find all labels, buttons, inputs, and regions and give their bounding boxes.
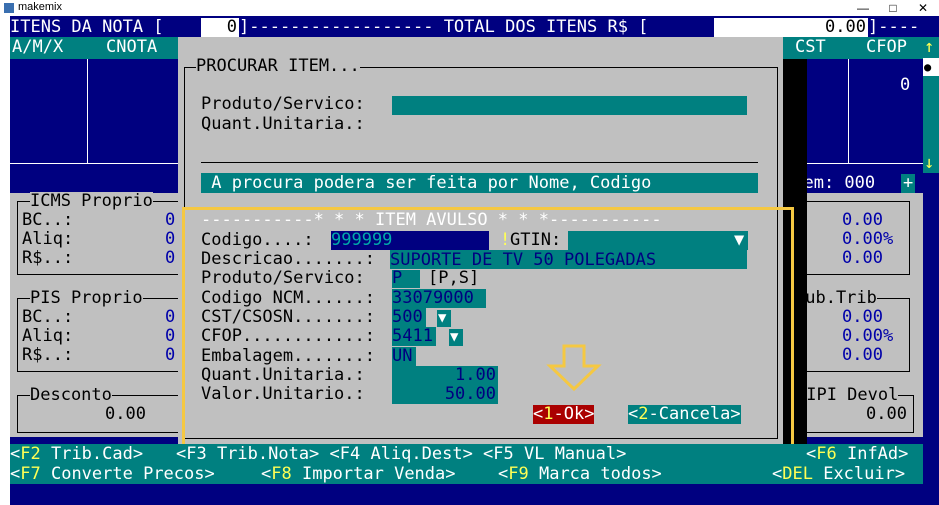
del-text: Excluir>: [812, 464, 906, 484]
itens-count-field: 0: [201, 18, 239, 37]
right-value-1: 0.00: [842, 210, 883, 230]
f9-text: Marca todos>: [528, 464, 662, 484]
highlight-frame: [182, 207, 794, 450]
right-value-2: 0.00%: [842, 229, 894, 249]
f7-text: Converte Precos>: [40, 464, 215, 484]
icms-bc-value: 0: [165, 210, 176, 230]
f7-button[interactable]: <F7 Converte Precos>: [10, 465, 215, 484]
maximize-button[interactable]: □: [878, 0, 908, 16]
del-open: <: [772, 464, 783, 484]
right-value-3: 0.00: [842, 248, 883, 268]
plus-icon: +: [903, 173, 914, 193]
icms-legend: ICMS Proprio: [30, 191, 153, 211]
sub-trib-value-2: 0.00%: [842, 326, 894, 346]
search-quant-label: Quant.Unitaria.:: [201, 114, 365, 134]
total-value: 0.00: [825, 17, 866, 37]
search-produto-label: Produto/Servico:: [201, 94, 365, 114]
f8-button[interactable]: <F8 Importar Venda>: [261, 465, 456, 484]
f3-f5-buttons[interactable]: <F3 Trib.Nota> <F4 Aliq.Dest> <F5 VL Man…: [176, 445, 626, 464]
pis-bc-value: 0: [165, 307, 176, 327]
item-plus-button[interactable]: +: [901, 174, 915, 193]
search-hint-bar: A procura podera ser feita por Nome, Cod…: [201, 173, 758, 193]
col-cfop: CFOP: [866, 37, 907, 57]
icms-aliq-label: Aliq:: [22, 229, 74, 249]
ipi-legend: !IPI Devol: [796, 385, 899, 405]
search-produto-input[interactable]: [392, 96, 747, 115]
minimize-button[interactable]: —: [848, 0, 878, 16]
itens-count: 0: [226, 17, 237, 37]
total-field: 0.00: [714, 18, 868, 37]
ipi-value: 0.00: [866, 404, 907, 424]
col-cst: CST: [795, 37, 826, 57]
icms-rs-label: R$..:: [22, 248, 74, 268]
f8-open: <: [261, 464, 272, 484]
desconto-value: 0.00: [105, 404, 146, 424]
grid-sep: [10, 163, 178, 164]
f2-hotkey: F2: [20, 444, 41, 464]
pis-legend: PIS Proprio: [30, 288, 143, 308]
f9-open: <: [498, 464, 509, 484]
header-middle: ]------------------ TOTAL DOS ITENS R$ [: [239, 17, 649, 37]
pis-aliq-label: Aliq:: [22, 326, 74, 346]
scroll-down-icon[interactable]: ↓: [924, 154, 934, 173]
f6-hotkey: F6: [816, 444, 837, 464]
f2-button[interactable]: <F2 Trib.Cad>: [10, 445, 143, 464]
pis-aliq-value: 0: [165, 326, 176, 346]
f2-text: Trib.Cad>: [40, 444, 144, 464]
header-tail: ]----: [868, 17, 920, 37]
search-divider: [201, 162, 758, 163]
icms-rs-value: 0: [165, 248, 176, 268]
search-hint: A procura podera ser feita por Nome, Cod…: [201, 173, 652, 193]
pis-rs-label: R$..:: [22, 345, 74, 365]
grid-sep: [848, 59, 849, 163]
pis-bc-label: BC..:: [22, 307, 74, 327]
icms-bc-label: BC..:: [22, 210, 74, 230]
col-amx: A/M/X: [12, 37, 64, 57]
window-titlebar: makemix — □ ✕: [0, 0, 939, 16]
f7-open: <: [10, 464, 21, 484]
search-title: PROCURAR ITEM...: [196, 56, 360, 76]
grid-sep: [87, 59, 88, 163]
desconto-legend: Desconto: [30, 385, 112, 405]
scroll-up-icon[interactable]: ↑: [924, 38, 934, 57]
f2-open: <: [10, 444, 21, 464]
sub-trib-value-1: 0.00: [842, 307, 883, 327]
f6-text: InfAd>: [836, 444, 909, 464]
icms-aliq-value: 0: [165, 229, 176, 249]
col-cnota: CNOTA: [106, 37, 158, 57]
f7-hotkey: F7: [20, 464, 41, 484]
f6-open: <: [806, 444, 817, 464]
grid-cfop-value: 0: [900, 75, 911, 95]
sub-trib-legend: Sub.Trib: [795, 288, 877, 308]
del-button[interactable]: <DEL Excluir>: [772, 465, 905, 484]
f9-hotkey: F9: [508, 464, 529, 484]
f9-button[interactable]: <F9 Marca todos>: [498, 465, 662, 484]
sub-trib-value-3: 0.00: [842, 345, 883, 365]
del-hotkey: DEL: [782, 464, 813, 484]
f6-button[interactable]: <F6 InfAd>: [806, 445, 908, 464]
pis-rs-value: 0: [165, 345, 176, 365]
window-title: makemix: [18, 1, 63, 13]
close-button[interactable]: ✕: [908, 0, 938, 16]
itens-label: ITENS DA NOTA [: [10, 17, 164, 37]
f8-hotkey: F8: [271, 464, 292, 484]
f8-text: Importar Venda>: [291, 464, 456, 484]
scroll-thumb-icon: ●: [924, 60, 932, 74]
app-icon: [4, 3, 14, 13]
scroll-thumb[interactable]: ●: [923, 58, 939, 76]
